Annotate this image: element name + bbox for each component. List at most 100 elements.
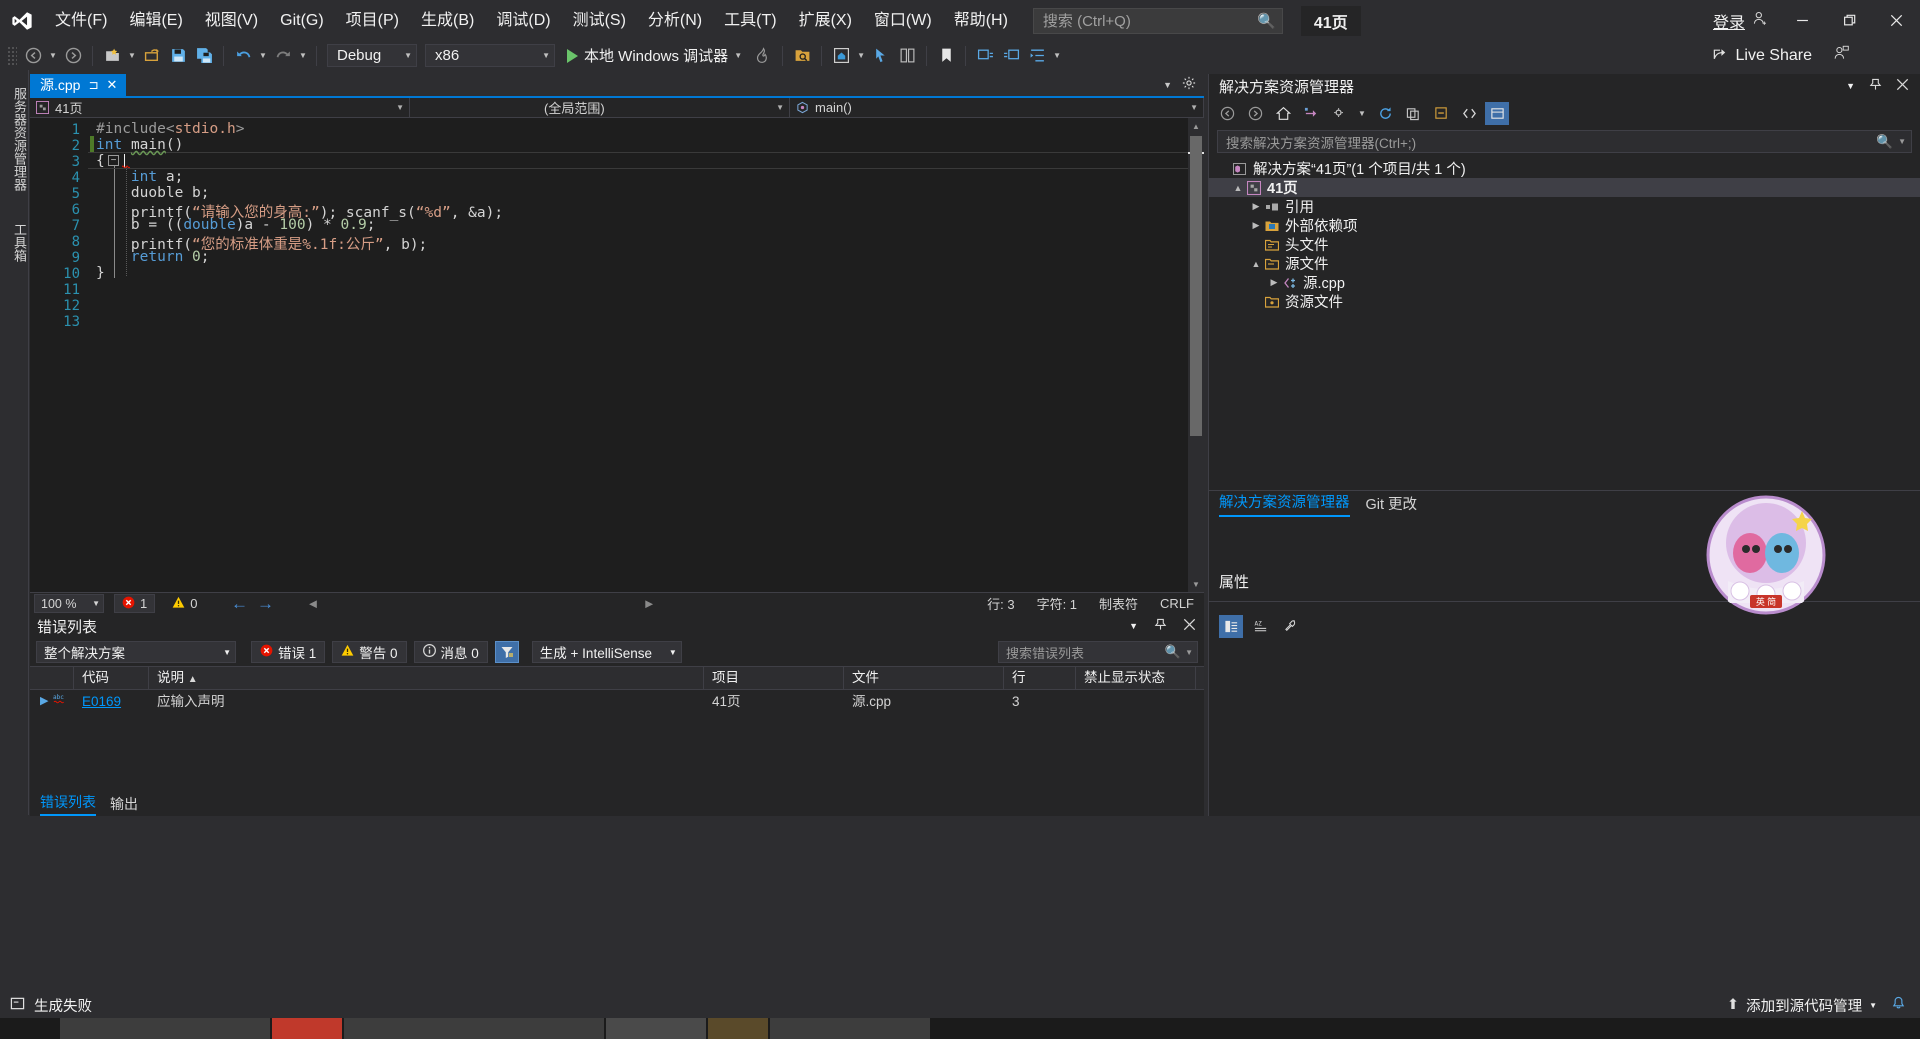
collapse-region-icon[interactable]: −: [108, 155, 119, 166]
source-cpp-twisty-icon[interactable]: ▶: [1267, 277, 1281, 288]
tree-item-source-files[interactable]: ▲ 源文件: [1209, 254, 1920, 273]
navigate-forward-icon[interactable]: [60, 44, 86, 68]
taskbar-item[interactable]: [708, 1018, 768, 1039]
se-close-icon[interactable]: [1896, 78, 1909, 94]
align-layout-icon[interactable]: [894, 44, 920, 68]
row-code-cell[interactable]: E0169: [74, 690, 149, 713]
toolbar-overflow-icon[interactable]: ▼: [1050, 51, 1064, 60]
live-share-button[interactable]: Live Share: [1712, 41, 1851, 70]
menu-view[interactable]: 视图(V): [194, 0, 269, 41]
menu-test[interactable]: 测试(S): [562, 0, 637, 41]
vtab-server-explorer[interactable]: 服务器资源管理器: [0, 78, 29, 200]
save-all-icon[interactable]: [191, 44, 217, 68]
scope-filter-combo[interactable]: 整个解决方案 ▼: [36, 641, 236, 663]
project-twisty-icon[interactable]: ▲: [1231, 183, 1245, 193]
horizontal-scroll-right-icon[interactable]: ►: [643, 596, 656, 611]
tree-item-project[interactable]: ▲ 41页: [1209, 178, 1920, 197]
taskbar-item[interactable]: [606, 1018, 706, 1039]
se-back-icon[interactable]: [1215, 102, 1239, 125]
expand-row-icon[interactable]: ▶: [40, 690, 48, 713]
toolbar-grip[interactable]: [7, 45, 17, 66]
tab-close-icon[interactable]: ✕: [107, 77, 118, 93]
external-deps-twisty-icon[interactable]: ▶: [1249, 220, 1263, 231]
menu-file[interactable]: 文件(F): [44, 0, 118, 41]
solution-config-combo[interactable]: Debug ▼: [327, 44, 417, 67]
search-options-chevron-icon[interactable]: ▼: [1181, 648, 1193, 657]
solution-platform-combo[interactable]: x86 ▼: [425, 44, 555, 67]
se-filter-chevron-icon[interactable]: ▼: [1355, 109, 1369, 118]
se-properties-icon[interactable]: [1485, 101, 1509, 125]
next-issue-icon[interactable]: →: [252, 594, 278, 614]
solution-explorer-search-input[interactable]: 搜索解决方案资源管理器(Ctrl+;) 🔍 ▼: [1217, 130, 1912, 153]
code-editor-surface[interactable]: 1 2 3 4 5 6 7 8 9 10 11 12 13 − #include…: [30, 118, 1204, 592]
references-twisty-icon[interactable]: ▶: [1249, 201, 1263, 212]
start-debugging-button[interactable]: 本地 Windows 调试器 ▼: [559, 44, 750, 68]
bookmark-icon[interactable]: [933, 44, 959, 68]
build-intellisense-combo[interactable]: 生成 + IntelliSense ▼: [531, 641, 682, 663]
uncomment-block-icon[interactable]: [998, 44, 1024, 68]
taskbar-item[interactable]: [344, 1018, 604, 1039]
minimize-button[interactable]: [1779, 0, 1826, 41]
indent-icon[interactable]: [1024, 44, 1050, 68]
new-project-icon[interactable]: [99, 44, 125, 68]
horizontal-scroll-left-icon[interactable]: ◄: [306, 596, 319, 611]
nav-member-dropdown[interactable]: main() ▼: [790, 98, 1204, 117]
global-search-input[interactable]: 搜索 (Ctrl+Q) 🔍: [1032, 7, 1283, 34]
pin-panel-icon[interactable]: [1154, 618, 1167, 635]
panel-dropdown-icon[interactable]: ▼: [1129, 621, 1138, 631]
redo-icon[interactable]: [270, 44, 296, 68]
menu-window[interactable]: 窗口(W): [863, 0, 943, 41]
notifications-bell-icon[interactable]: [1891, 996, 1906, 1015]
se-filter-dropdown-icon[interactable]: [1327, 102, 1351, 125]
col-header-line[interactable]: 行: [1004, 666, 1076, 690]
scroll-up-icon[interactable]: ▲: [1188, 118, 1204, 134]
properties-categorized-icon[interactable]: [1219, 614, 1243, 638]
vtab-toolbox[interactable]: 工具箱: [0, 214, 29, 271]
col-header-suppression[interactable]: 禁止显示状态: [1076, 666, 1196, 690]
filter-toggle-button[interactable]: [494, 641, 519, 663]
tree-item-external-dependencies[interactable]: ▶ 外部依赖项: [1209, 216, 1920, 235]
col-header-description[interactable]: 说明 ▲: [149, 666, 704, 690]
pin-icon[interactable]: ⊐: [88, 78, 98, 92]
menu-analyze[interactable]: 分析(N): [637, 0, 713, 41]
pointer-select-icon[interactable]: [868, 44, 894, 68]
nav-project-dropdown[interactable]: 41页 ▼: [30, 98, 410, 117]
col-header-file[interactable]: 文件: [844, 666, 1004, 690]
table-row[interactable]: ▶ abc E0169 应输入声明 41页 源.cpp 3: [30, 690, 1204, 713]
editor-settings-gear-icon[interactable]: [1182, 76, 1196, 95]
source-files-twisty-icon[interactable]: ▲: [1249, 259, 1263, 269]
menu-debug[interactable]: 调试(D): [485, 0, 561, 41]
tree-item-header-files[interactable]: 头文件: [1209, 235, 1920, 254]
se-collapse-all-icon[interactable]: [1429, 102, 1453, 125]
menu-extensions[interactable]: 扩展(X): [788, 0, 863, 41]
navigate-back-icon[interactable]: [20, 44, 46, 68]
undo-icon[interactable]: [230, 44, 256, 68]
tab-error-list[interactable]: 错误列表: [40, 792, 96, 816]
properties-alphabetical-icon[interactable]: AZ: [1249, 615, 1273, 638]
col-header-icon[interactable]: [30, 666, 74, 690]
tree-item-source-cpp[interactable]: ▶ 源.cpp: [1209, 273, 1920, 292]
menu-edit[interactable]: 编辑(E): [118, 0, 193, 41]
scroll-down-icon[interactable]: ▼: [1188, 576, 1204, 592]
hot-reload-icon[interactable]: [750, 44, 776, 68]
undo-dropdown-icon[interactable]: ▼: [256, 51, 270, 60]
se-dropdown-icon[interactable]: ▼: [1846, 81, 1855, 91]
errors-filter-button[interactable]: 错误 1: [251, 641, 326, 663]
nav-scope-dropdown[interactable]: (全局范围) ▼: [410, 98, 790, 117]
live-preview-home-icon[interactable]: [828, 44, 854, 68]
se-search-options-chevron-icon[interactable]: ▼: [1893, 137, 1906, 146]
menu-build[interactable]: 生成(B): [410, 0, 485, 41]
warnings-filter-button[interactable]: 警告 0: [332, 641, 407, 663]
se-forward-icon[interactable]: [1243, 102, 1267, 125]
error-search-input[interactable]: 搜索错误列表 🔍 ▼: [998, 641, 1198, 663]
close-panel-icon[interactable]: [1183, 618, 1196, 635]
back-dropdown-icon[interactable]: ▼: [46, 51, 60, 60]
tab-output[interactable]: 输出: [110, 794, 138, 814]
add-to-source-control-button[interactable]: ⬆ 添加到源代码管理 ▼: [1727, 995, 1877, 1016]
search-folder-icon[interactable]: [789, 44, 815, 68]
se-home-icon[interactable]: [1271, 102, 1295, 125]
tab-solution-explorer[interactable]: 解决方案资源管理器: [1219, 491, 1350, 517]
tree-item-resource-files[interactable]: 资源文件: [1209, 292, 1920, 311]
zoom-level-combo[interactable]: 100 % ▼: [34, 594, 104, 613]
save-icon[interactable]: [165, 44, 191, 68]
